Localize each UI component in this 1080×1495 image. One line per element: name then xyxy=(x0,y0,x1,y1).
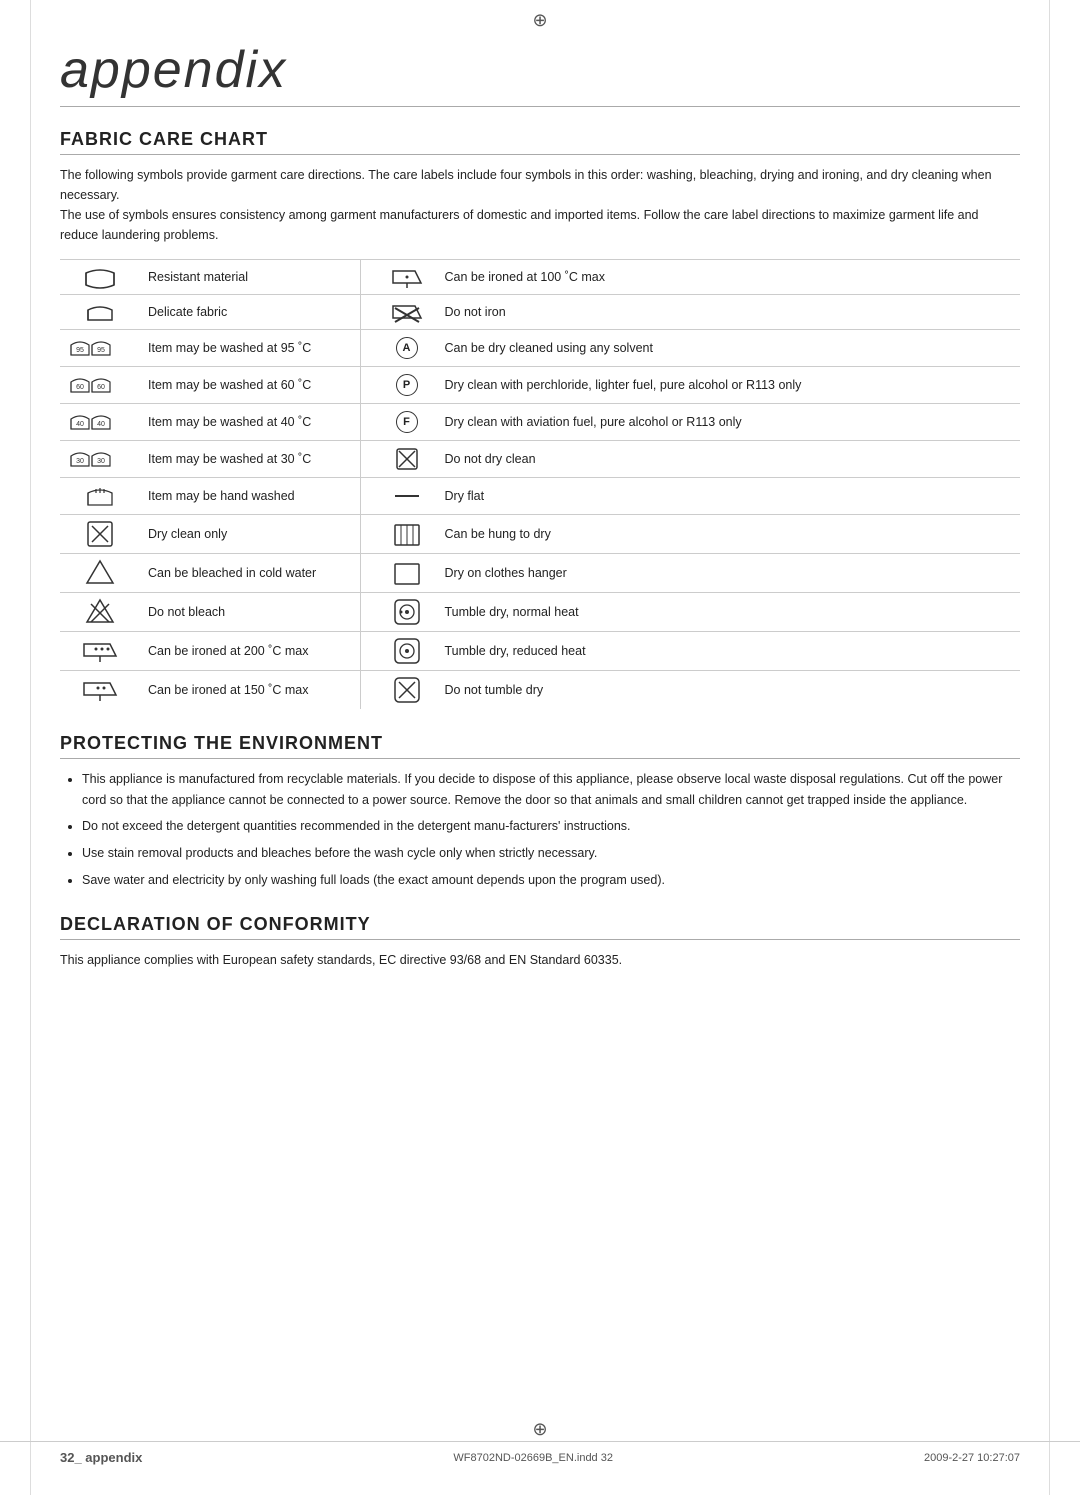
desc-iron-200: Can be ironed at 200 ˚C max xyxy=(140,632,360,671)
symbol-tumble-reduced xyxy=(377,632,437,671)
symbol-tub-30: 30 30 xyxy=(60,441,140,478)
desc-iron-150: Can be ironed at 150 ˚C max xyxy=(140,671,360,710)
symbol-no-iron xyxy=(377,295,437,330)
desc-bleach-cold: Can be bleached in cold water xyxy=(140,554,360,593)
page-number: 32_ appendix xyxy=(60,1450,142,1465)
desc-40: Item may be washed at 40 ˚C xyxy=(140,404,360,441)
desc-clothes-hanger: Dry on clothes hanger xyxy=(437,554,1021,593)
svg-text:60: 60 xyxy=(97,384,105,391)
protecting-section: PROTECTING THE ENVIRONMENT This applianc… xyxy=(60,733,1020,890)
svg-text:95: 95 xyxy=(97,347,105,354)
file-info: WF8702ND-02669B_EN.indd 32 xyxy=(453,1452,613,1464)
list-item: Save water and electricity by only washi… xyxy=(82,870,1020,891)
circle-A-label: A xyxy=(396,337,418,359)
declaration-section: DECLARATION OF CONFORMITY This appliance… xyxy=(60,914,1020,970)
svg-text:40: 40 xyxy=(76,421,84,428)
registration-mark-bottom: ⊕ xyxy=(532,1419,547,1440)
table-row: Do not bleach Tumble dry, normal heat xyxy=(60,593,1020,632)
desc-hung-to-dry: Can be hung to dry xyxy=(437,515,1021,554)
care-chart-table: Resistant material Can be ironed at 100 … xyxy=(60,259,1020,709)
symbol-tumble-normal xyxy=(377,593,437,632)
list-item: Use stain removal products and bleaches … xyxy=(82,843,1020,864)
date-info: 2009-2-27 10:27:07 xyxy=(924,1452,1020,1464)
symbol-delicate xyxy=(60,295,140,330)
svg-text:60: 60 xyxy=(76,384,84,391)
symbol-tub-40: 40 40 xyxy=(60,404,140,441)
circle-F-label: F xyxy=(396,411,418,433)
fabric-care-intro: The following symbols provide garment ca… xyxy=(60,165,1020,245)
svg-text:95: 95 xyxy=(76,347,84,354)
desc-dry-clean-only: Dry clean only xyxy=(140,515,360,554)
registration-mark-top: ⊕ xyxy=(532,10,547,31)
fabric-care-section: FABRIC CARE CHART The following symbols … xyxy=(60,129,1020,709)
symbol-circle-F: F xyxy=(377,404,437,441)
protecting-list: This appliance is manufactured from recy… xyxy=(82,769,1020,890)
desc-dry-flat: Dry flat xyxy=(437,478,1021,515)
symbol-no-tumble xyxy=(377,671,437,710)
desc-circle-P: Dry clean with perchloride, lighter fuel… xyxy=(437,367,1021,404)
symbol-no-dry-clean xyxy=(377,441,437,478)
table-row: Item may be hand washed Dry flat xyxy=(60,478,1020,515)
margin-line-left xyxy=(30,0,31,1495)
desc-95: Item may be washed at 95 ˚C xyxy=(140,330,360,367)
list-item: Do not exceed the detergent quantities r… xyxy=(82,816,1020,837)
table-row: Can be ironed at 150 ˚C max Do not tumbl… xyxy=(60,671,1020,710)
table-row: Can be bleached in cold water Dry on clo… xyxy=(60,554,1020,593)
symbol-circle-A: A xyxy=(377,330,437,367)
desc-tumble-normal: Tumble dry, normal heat xyxy=(437,593,1021,632)
page-footer: 32_ appendix WF8702ND-02669B_EN.indd 32 … xyxy=(0,1441,1080,1465)
symbol-hung-to-dry xyxy=(377,515,437,554)
circle-P-label: P xyxy=(396,374,418,396)
symbol-iron-100 xyxy=(377,260,437,295)
symbol-iron-200 xyxy=(60,632,140,671)
svg-text:30: 30 xyxy=(76,458,84,465)
desc-delicate: Delicate fabric xyxy=(140,295,360,330)
desc-hand-wash: Item may be hand washed xyxy=(140,478,360,515)
table-row: Resistant material Can be ironed at 100 … xyxy=(60,260,1020,295)
page-title: appendix xyxy=(60,40,1020,107)
symbol-hand-wash xyxy=(60,478,140,515)
declaration-title: DECLARATION OF CONFORMITY xyxy=(60,914,1020,940)
symbol-tub-95: 95 95 xyxy=(60,330,140,367)
table-row: Dry clean only Can be hung to dry xyxy=(60,515,1020,554)
list-item: This appliance is manufactured from recy… xyxy=(82,769,1020,810)
symbol-tub-resistant xyxy=(60,260,140,295)
symbol-dry-flat xyxy=(377,478,437,515)
table-row: Delicate fabric Do not iron xyxy=(60,295,1020,330)
desc-tumble-reduced: Tumble dry, reduced heat xyxy=(437,632,1021,671)
table-row: 40 40 Item may be washed at 40 ˚C F Dry … xyxy=(60,404,1020,441)
symbol-circle-P: P xyxy=(377,367,437,404)
svg-text:40: 40 xyxy=(97,421,105,428)
symbol-iron-150 xyxy=(60,671,140,710)
fabric-care-title: FABRIC CARE CHART xyxy=(60,129,1020,155)
table-row: 30 30 Item may be washed at 30 ˚C Do not… xyxy=(60,441,1020,478)
svg-text:30: 30 xyxy=(97,458,105,465)
symbol-dry-clean-only xyxy=(60,515,140,554)
desc-60: Item may be washed at 60 ˚C xyxy=(140,367,360,404)
table-row: 60 60 Item may be washed at 60 ˚C P Dry … xyxy=(60,367,1020,404)
symbol-bleach-cold xyxy=(60,554,140,593)
desc-no-dry-clean: Do not dry clean xyxy=(437,441,1021,478)
desc-iron-100: Can be ironed at 100 ˚C max xyxy=(437,260,1021,295)
desc-resistant: Resistant material xyxy=(140,260,360,295)
desc-no-tumble: Do not tumble dry xyxy=(437,671,1021,710)
symbol-no-bleach xyxy=(60,593,140,632)
table-row: Can be ironed at 200 ˚C max Tumble dry, … xyxy=(60,632,1020,671)
margin-line-right xyxy=(1049,0,1050,1495)
declaration-text: This appliance complies with European sa… xyxy=(60,950,1020,970)
desc-30: Item may be washed at 30 ˚C xyxy=(140,441,360,478)
desc-circle-F: Dry clean with aviation fuel, pure alcoh… xyxy=(437,404,1021,441)
symbol-clothes-hanger xyxy=(377,554,437,593)
symbol-tub-60: 60 60 xyxy=(60,367,140,404)
desc-no-iron: Do not iron xyxy=(437,295,1021,330)
protecting-title: PROTECTING THE ENVIRONMENT xyxy=(60,733,1020,759)
desc-circle-A: Can be dry cleaned using any solvent xyxy=(437,330,1021,367)
desc-no-bleach: Do not bleach xyxy=(140,593,360,632)
table-row: 95 95 Item may be washed at 95 ˚C A Can … xyxy=(60,330,1020,367)
